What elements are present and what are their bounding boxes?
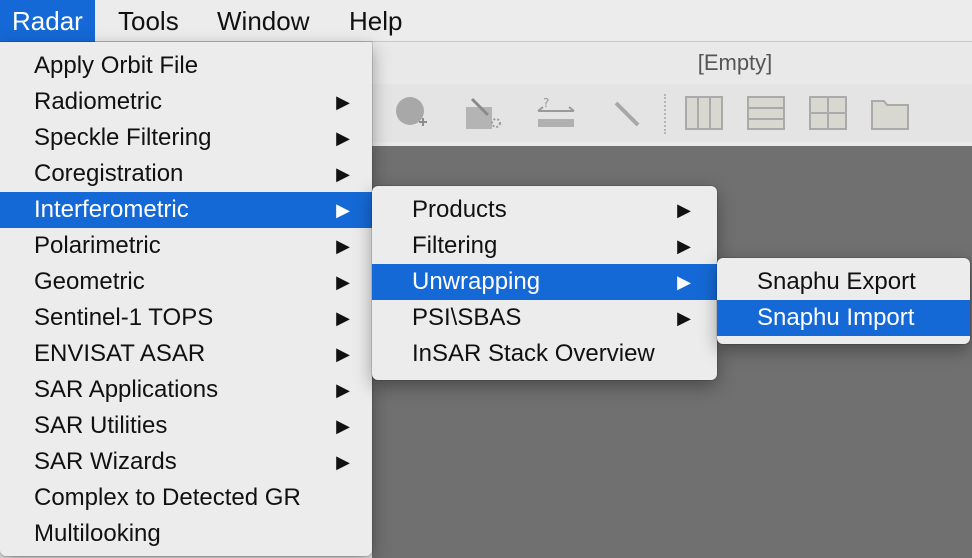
select-tool-icon[interactable] [462, 92, 506, 134]
menu-item-envisat-asar[interactable]: ENVISAT ASAR ▶ [0, 336, 372, 372]
tile-rows-icon[interactable] [744, 92, 788, 134]
submenu-arrow-icon: ▶ [677, 272, 691, 292]
unwrapping-submenu: Snaphu Export Snaphu Import [717, 258, 970, 344]
submenu-arrow-icon: ▶ [336, 308, 350, 328]
menu-item-psi-sbas[interactable]: PSI\SBAS ▶ [372, 300, 717, 336]
tile-columns-icon[interactable] [682, 92, 726, 134]
add-circle-icon[interactable] [390, 92, 434, 134]
menu-help[interactable]: Help [337, 0, 414, 42]
interferometric-submenu: Products ▶ Filtering ▶ Unwrapping ▶ PSI\SBA… [372, 186, 717, 380]
menu-item-snaphu-export[interactable]: Snaphu Export [717, 264, 970, 300]
submenu-arrow-icon: ▶ [336, 380, 350, 400]
menu-radar[interactable]: Radar [0, 0, 95, 42]
magic-wand-icon[interactable] [604, 92, 648, 134]
menu-item-geometric[interactable]: Geometric ▶ [0, 264, 372, 300]
submenu-arrow-icon: ▶ [336, 416, 350, 436]
window-title: [Empty] [697, 50, 773, 75]
menu-item-complex-to-detected-gr[interactable]: Complex to Detected GR [0, 480, 372, 516]
menu-item-insar-stack-overview[interactable]: InSAR Stack Overview [372, 336, 717, 372]
menu-item-sar-applications[interactable]: SAR Applications ▶ [0, 372, 372, 408]
menu-item-filtering[interactable]: Filtering ▶ [372, 228, 717, 264]
submenu-arrow-icon: ▶ [336, 236, 350, 256]
menu-tools[interactable]: Tools [106, 0, 191, 42]
menu-item-apply-orbit-file[interactable]: Apply Orbit File [0, 48, 372, 84]
tile-grid-icon[interactable] [806, 92, 850, 134]
submenu-arrow-icon: ▶ [336, 272, 350, 292]
menu-item-products[interactable]: Products ▶ [372, 192, 717, 228]
menu-item-sar-wizards[interactable]: SAR Wizards ▶ [0, 444, 372, 480]
submenu-arrow-icon: ▶ [677, 236, 691, 256]
range-finder-icon[interactable]: ? [534, 92, 578, 134]
radar-menu: Apply Orbit File Radiometric ▶ Speckle Fi… [0, 42, 372, 556]
submenu-arrow-icon: ▶ [336, 344, 350, 364]
menu-window[interactable]: Window [205, 0, 321, 42]
menu-item-radiometric[interactable]: Radiometric ▶ [0, 84, 372, 120]
menu-item-snaphu-import[interactable]: Snaphu Import [717, 300, 970, 336]
menu-item-sentinel-1-tops[interactable]: Sentinel-1 TOPS ▶ [0, 300, 372, 336]
submenu-arrow-icon: ▶ [336, 128, 350, 148]
toolbar-separator [664, 94, 666, 134]
svg-text:?: ? [543, 96, 549, 110]
tile-single-icon[interactable] [868, 92, 912, 134]
menu-bar: Radar Tools Window Help [0, 0, 972, 42]
menu-item-interferometric[interactable]: Interferometric ▶ [0, 192, 372, 228]
submenu-arrow-icon: ▶ [677, 200, 691, 220]
menu-item-sar-utilities[interactable]: SAR Utilities ▶ [0, 408, 372, 444]
submenu-arrow-icon: ▶ [336, 92, 350, 112]
toolbar: ? [372, 84, 972, 142]
menu-item-coregistration[interactable]: Coregistration ▶ [0, 156, 372, 192]
menu-item-speckle-filtering[interactable]: Speckle Filtering ▶ [0, 120, 372, 156]
submenu-arrow-icon: ▶ [677, 308, 691, 328]
menu-item-polarimetric[interactable]: Polarimetric ▶ [0, 228, 372, 264]
menu-item-unwrapping[interactable]: Unwrapping ▶ [372, 264, 717, 300]
submenu-arrow-icon: ▶ [336, 452, 350, 472]
submenu-arrow-icon: ▶ [336, 200, 350, 220]
submenu-arrow-icon: ▶ [336, 164, 350, 184]
menu-item-multilooking[interactable]: Multilooking [0, 516, 372, 552]
